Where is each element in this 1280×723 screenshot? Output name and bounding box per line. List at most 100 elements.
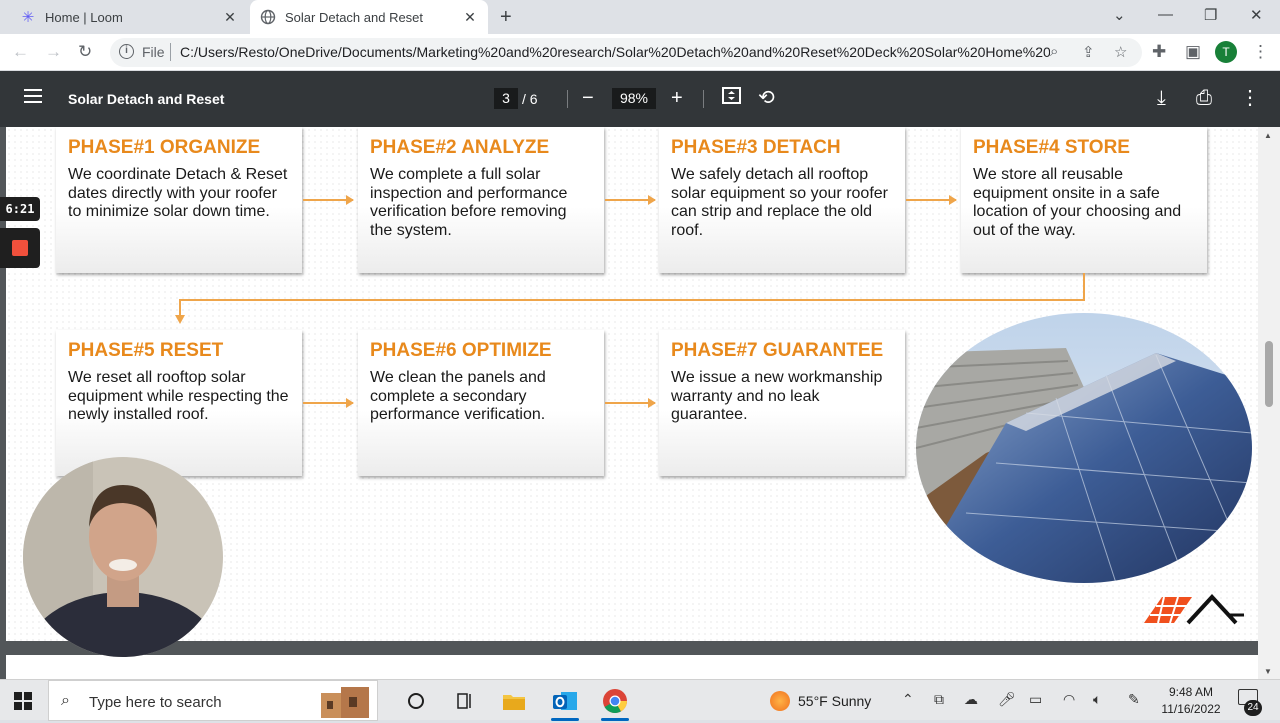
next-slide-page (6, 655, 1258, 679)
rotate-icon[interactable]: ⟲ (758, 85, 775, 111)
page-total: / 6 (522, 91, 538, 107)
outlook-icon[interactable] (552, 688, 578, 714)
battery-icon[interactable]: ▭ (1029, 691, 1042, 708)
phase-text: We reset all rooftop solar equipment whi… (68, 369, 289, 423)
tab-solar-detach[interactable]: Solar Detach and Reset ✕ (250, 0, 488, 34)
tab-loom[interactable]: ✳ Home | Loom ✕ (12, 0, 248, 34)
phase-text: We coordinate Detach & Reset dates direc… (68, 166, 288, 220)
pdf-title: Solar Detach and Reset (68, 91, 225, 107)
phase-text: We clean the panels and complete a secon… (370, 369, 546, 423)
zoom-out-icon[interactable]: − (582, 85, 594, 111)
search-placeholder: Type here to search (89, 694, 222, 711)
windows-taskbar: ⌕ Type here to search 55°F Sunny ⌃ ⧉ ☁ 🎤… (0, 679, 1280, 721)
windows-start-icon[interactable] (14, 692, 32, 710)
more-options-icon[interactable]: ⋮ (1240, 85, 1260, 111)
weather-text: 55°F Sunny (798, 693, 872, 709)
minimize-icon[interactable]: — (1158, 6, 1173, 23)
zoom-input[interactable]: 98% (612, 88, 656, 109)
phase-card-5: PHASE#5 RESET We reset all rooftop solar… (56, 330, 302, 476)
file-scheme-label: File (142, 44, 165, 60)
print-icon[interactable]: ⎙ (1196, 85, 1212, 111)
file-explorer-icon[interactable] (501, 688, 527, 714)
phase-title: PHASE#1 ORGANIZE (68, 137, 261, 158)
zoom-icon[interactable]: ⌕ (1050, 43, 1058, 60)
phase-card-7: PHASE#7 GUARANTEE We issue a new workman… (659, 330, 905, 476)
bookmark-star-icon[interactable]: ☆ (1114, 43, 1127, 61)
new-tab-button[interactable]: + (500, 6, 512, 29)
phase-text: We safely detach all rooftop solar equip… (671, 166, 888, 239)
phase-text: We complete a full solar inspection and … (370, 166, 568, 239)
close-icon[interactable]: ✕ (462, 9, 478, 25)
phase-title: PHASE#4 STORE (973, 137, 1130, 158)
loom-camera-bubble[interactable] (23, 457, 223, 657)
wifi-icon[interactable]: ◠ (1063, 691, 1075, 708)
forward-icon[interactable]: → (45, 42, 62, 62)
tab-strip: ✳ Home | Loom ✕ Solar Detach and Reset ✕… (0, 0, 1280, 34)
site-info-icon[interactable]: i (119, 44, 134, 59)
task-view-icon[interactable] (451, 688, 477, 714)
phase-title: PHASE#7 GUARANTEE (671, 340, 884, 361)
phase-card-6: PHASE#6 OPTIMIZE We clean the panels and… (358, 330, 604, 476)
share-icon[interactable]: ⇪ (1082, 43, 1095, 61)
loom-stop-button[interactable] (0, 228, 40, 268)
back-icon[interactable]: ← (12, 42, 29, 62)
chrome-icon[interactable] (602, 688, 628, 714)
meet-now-icon[interactable]: ⧉ (934, 691, 944, 708)
side-panel-icon[interactable]: ▣ (1185, 42, 1201, 62)
reload-icon[interactable]: ↻ (78, 42, 92, 62)
solar-panels-photo (916, 313, 1252, 583)
flow-arrow (303, 398, 354, 408)
cortana-icon[interactable] (403, 688, 429, 714)
flow-connector (179, 299, 1085, 301)
scroll-up-icon[interactable]: ▲ (1264, 131, 1272, 140)
volume-icon[interactable]: 🔈︎ (1093, 691, 1101, 708)
phase-title: PHASE#5 RESET (68, 340, 224, 361)
sun-icon (770, 691, 790, 711)
extensions-icon[interactable]: ✚ (1152, 42, 1166, 62)
vertical-scrollbar[interactable]: ▲ ▼ (1258, 127, 1280, 679)
flow-arrow (303, 195, 354, 205)
chevron-up-icon[interactable]: ⌃ (902, 691, 914, 708)
profile-avatar[interactable]: T (1215, 41, 1237, 63)
tab-title: Solar Detach and Reset (285, 9, 424, 25)
globe-icon (260, 9, 276, 25)
microphone-icon[interactable]: 🎤︎ (998, 691, 1016, 708)
phase-card-1: PHASE#1 ORGANIZE We coordinate Detach & … (56, 127, 302, 273)
zoom-in-icon[interactable]: + (671, 85, 683, 111)
clock-date: 11/16/2022 (1161, 702, 1221, 716)
phase-text: We store all reusable equipment onsite i… (973, 166, 1182, 239)
flow-arrow (605, 195, 656, 205)
hamburger-menu-icon[interactable] (24, 89, 42, 103)
omnibox[interactable]: i File C:/Users/Resto/OneDrive/Documents… (110, 38, 1142, 67)
divider (170, 43, 171, 61)
system-clock[interactable]: 9:48 AM 11/16/2022 (1158, 684, 1224, 718)
phase-text: We issue a new workmanship warranty and … (671, 369, 883, 423)
search-icon: ⌕ (61, 692, 70, 709)
restore-icon[interactable]: ❐ (1204, 6, 1217, 24)
scroll-down-icon[interactable]: ▼ (1264, 667, 1272, 676)
url-text[interactable]: C:/Users/Resto/OneDrive/Documents/Market… (180, 44, 1050, 60)
company-logo (1144, 593, 1244, 625)
fit-page-icon[interactable] (722, 85, 741, 111)
onedrive-cloud-icon[interactable]: ☁ (964, 691, 978, 708)
pen-icon[interactable]: ✎ (1128, 691, 1140, 708)
divider (567, 90, 568, 108)
clock-time: 9:48 AM (1168, 685, 1214, 699)
phase-card-2: PHASE#2 ANALYZE We complete a full solar… (358, 127, 604, 273)
tab-title: Home | Loom (45, 9, 123, 25)
scrollbar-thumb[interactable] (1265, 341, 1273, 407)
notification-count-badge: 24 (1244, 700, 1262, 716)
download-icon[interactable]: ⤓ (1157, 85, 1166, 111)
weather-widget[interactable]: 55°F Sunny (770, 691, 871, 711)
flow-arrow (605, 398, 656, 408)
window-close-icon[interactable]: ✕ (1250, 6, 1263, 24)
tab-search-chevron-icon[interactable]: ⌄ (1113, 6, 1126, 24)
browser-menu-icon[interactable]: ⋮ (1252, 42, 1269, 62)
flow-connector (1083, 273, 1085, 301)
phase-card-3: PHASE#3 DETACH We safely detach all roof… (659, 127, 905, 273)
phase-title: PHASE#2 ANALYZE (370, 137, 550, 158)
page-number-input[interactable]: 3 (494, 88, 518, 109)
close-icon[interactable]: ✕ (222, 9, 238, 25)
address-bar: ← → ↻ i File C:/Users/Resto/OneDrive/Doc… (0, 34, 1280, 71)
taskbar-search-box[interactable]: ⌕ Type here to search (48, 680, 378, 721)
